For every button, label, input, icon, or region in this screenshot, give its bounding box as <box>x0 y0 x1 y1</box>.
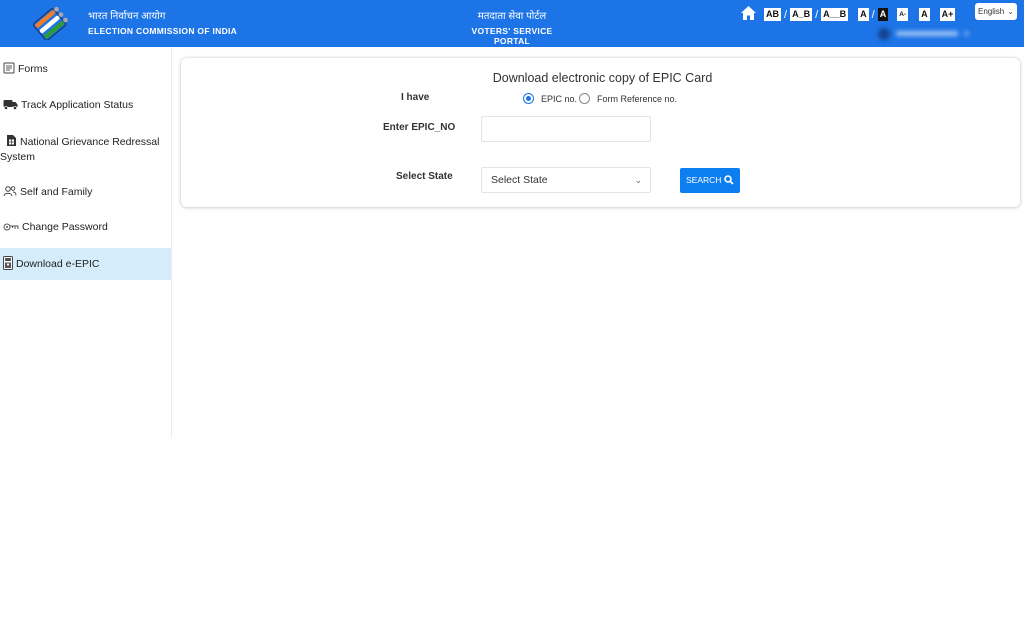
separator: / <box>871 8 875 21</box>
separator: / <box>815 8 819 21</box>
font-decrease-button[interactable]: A- <box>897 8 909 21</box>
chevron-down-icon: ⌄ <box>634 175 642 185</box>
key-icon <box>3 223 19 231</box>
app-header: भारत निर्वाचन आयोग ELECTION COMMISSION O… <box>0 0 1024 47</box>
state-select[interactable]: Select State ⌄ <box>481 167 651 193</box>
select-state-label: Select State <box>396 171 453 182</box>
accessibility-toolbar: AB / A_B / A__B A / A A- A A+ <box>740 4 956 22</box>
brand-hindi: भारत निर्वाचन आयोग <box>88 11 166 22</box>
spacing-medium-button[interactable]: A_B <box>790 8 813 21</box>
avatar <box>878 28 890 40</box>
sidebar-item-forms[interactable]: Forms <box>0 62 171 75</box>
download-epic-card: Download electronic copy of EPIC Card I … <box>181 58 1020 207</box>
i-have-label: I have <box>401 92 430 103</box>
user-menu[interactable] <box>872 26 976 42</box>
portal-english: VOTERS' SERVICE PORTAL <box>471 26 553 46</box>
home-icon[interactable] <box>740 5 757 21</box>
brand-name: भारत निर्वाचन आयोग ELECTION COMMISSION O… <box>88 11 237 36</box>
contrast-normal-button[interactable]: A <box>858 8 869 21</box>
sidebar: Forms Track Application Status National … <box>0 47 172 438</box>
search-button-label: SEARCH <box>686 175 722 185</box>
truck-icon <box>3 100 18 110</box>
sidebar-item-change-password[interactable]: Change Password <box>0 221 171 233</box>
brand-english: ELECTION COMMISSION OF INDIA <box>88 26 238 36</box>
search-button[interactable]: SEARCH <box>680 168 740 193</box>
sidebar-item-label: National Grievance Redressal System <box>0 136 160 163</box>
calculator-document-icon <box>7 135 16 146</box>
sidebar-item-download-epic[interactable]: Download e-EPIC <box>0 248 171 280</box>
spacing-wide-button[interactable]: A__B <box>821 8 849 21</box>
language-select[interactable]: English ⌄ <box>975 3 1017 20</box>
portal-name: मतदाता सेवा पोर्टल VOTERS' SERVICE PORTA… <box>454 11 570 46</box>
font-increase-button[interactable]: A+ <box>939 8 956 21</box>
contrast-high-button[interactable]: A <box>877 8 889 21</box>
epic-no-radio[interactable] <box>523 93 534 104</box>
sidebar-item-label: Forms <box>18 63 48 75</box>
epic-no-label: Enter EPIC_NO <box>383 122 456 133</box>
font-normal-button[interactable]: A <box>919 8 930 21</box>
sidebar-item-self-family[interactable]: Self and Family <box>0 185 171 198</box>
sidebar-item-label: Self and Family <box>20 186 93 198</box>
sidebar-item-grievance[interactable]: National Grievance Redressal System <box>0 134 171 165</box>
epic-no-radio-label[interactable]: EPIC no. <box>541 94 577 104</box>
sidebar-item-label: Track Application Status <box>21 99 134 111</box>
chevron-down-icon <box>964 31 969 36</box>
form-reference-radio-label[interactable]: Form Reference no. <box>597 94 677 104</box>
sidebar-item-track-application[interactable]: Track Application Status <box>0 98 171 111</box>
document-icon <box>3 62 15 74</box>
separator: / <box>784 8 788 21</box>
sidebar-item-label: Download e-EPIC <box>16 258 100 270</box>
state-select-value: Select State <box>491 174 548 186</box>
portal-hindi: मतदाता सेवा पोर्टल <box>477 11 547 22</box>
language-label: English <box>978 7 1005 16</box>
id-card-icon <box>3 256 13 270</box>
page-title: Download electronic copy of EPIC Card <box>492 71 713 85</box>
spacing-normal-button[interactable]: AB <box>764 8 781 21</box>
sidebar-item-label: Change Password <box>22 221 108 233</box>
form-reference-radio[interactable] <box>579 93 590 104</box>
epic-no-input[interactable] <box>481 116 651 142</box>
eci-logo-icon <box>33 6 68 40</box>
people-icon <box>3 186 17 197</box>
search-icon <box>724 175 734 185</box>
user-name-blurred <box>896 31 958 36</box>
chevron-down-icon: ⌄ <box>1007 7 1014 16</box>
